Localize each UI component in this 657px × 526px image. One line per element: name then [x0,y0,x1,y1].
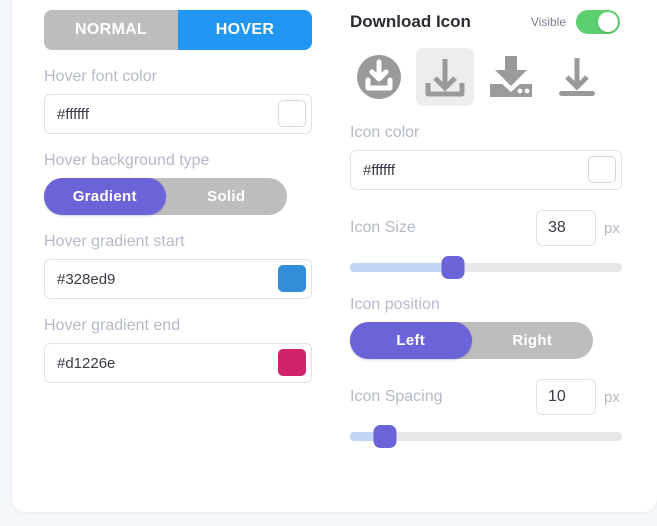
option-solid[interactable]: Solid [166,178,288,215]
icon-spacing-row: Icon Spacing 10 px [350,379,622,415]
tab-normal[interactable]: NORMAL [44,10,178,50]
download-icon-title: Download Icon [350,12,471,31]
visible-toggle-knob [598,12,619,32]
icon-choice-download-circle-tray[interactable] [350,48,408,106]
hover-gradient-start-input[interactable]: #328ed9 [44,259,312,299]
option-gradient[interactable]: Gradient [44,178,166,215]
download-icon-header: Download Icon Visible [350,10,622,34]
icon-size-value: 38 [548,219,566,236]
hover-gradient-end-input[interactable]: #d1226e [44,343,312,383]
settings-panel: NORMAL HOVER Hover font color #ffffff Ho… [0,0,657,526]
icon-size-input[interactable]: 38 [536,210,596,246]
hover-font-color-label: Hover font color [44,68,157,85]
icon-size-slider-thumb[interactable] [441,256,465,279]
icon-spacing-label: Icon Spacing [350,388,443,405]
hover-gradient-start-label: Hover gradient start [44,233,185,250]
option-icon-position-left[interactable]: Left [350,322,472,359]
icon-size-slider[interactable] [350,256,622,279]
download-circle-tray-icon [355,53,403,101]
icon-size-row: Icon Size 38 px [350,210,622,246]
icon-spacing-unit: px [604,388,620,406]
hover-font-color-input[interactable]: #ffffff [44,94,312,134]
hover-background-type-label: Hover background type [44,152,210,169]
icon-spacing-value: 10 [548,388,566,405]
hover-font-color-value: #ffffff [57,105,89,123]
hover-style-column: NORMAL HOVER Hover font color #ffffff Ho… [44,10,312,383]
hover-gradient-start-value: #328ed9 [57,270,116,288]
icon-size-label: Icon Size [350,219,416,236]
icon-size-unit: px [604,219,620,237]
background-type-group[interactable]: Gradient Solid [44,178,287,215]
icon-spacing-input[interactable]: 10 [536,379,596,415]
icon-size-slider-fill [350,263,454,272]
download-arrow-bar-icon [555,55,599,99]
option-icon-position-right[interactable]: Right [472,322,594,359]
icon-color-label: Icon color [350,124,420,141]
hover-gradient-end-swatch[interactable] [278,349,306,376]
icon-choice-download-arrow-bar[interactable] [548,48,606,106]
icon-color-swatch[interactable] [588,156,616,183]
icon-spacing-slider[interactable] [350,425,622,448]
settings-card: NORMAL HOVER Hover font color #ffffff Ho… [12,0,657,512]
icon-color-input[interactable]: #ffffff [350,150,622,190]
hover-gradient-end-label: Hover gradient end [44,317,181,334]
state-tab-group[interactable]: NORMAL HOVER [44,10,312,50]
hover-font-color-swatch[interactable] [278,100,306,127]
icon-spacing-slider-thumb[interactable] [373,425,397,448]
icon-position-group[interactable]: Left Right [350,322,593,359]
hover-gradient-start-swatch[interactable] [278,265,306,292]
visible-toggle[interactable] [576,10,621,34]
icon-choice-group[interactable] [350,48,622,106]
icon-position-label: Icon position [350,296,440,313]
tab-hover[interactable]: HOVER [178,10,312,50]
download-icon-column: Download Icon Visible Icon color #ffffff… [350,10,622,448]
icon-choice-download-arrow-tray[interactable] [416,48,474,106]
download-arrow-drive-icon [487,54,535,100]
download-arrow-tray-icon [424,56,466,98]
icon-choice-download-arrow-drive[interactable] [482,48,540,106]
visible-label: Visible [530,15,567,29]
hover-gradient-end-value: #d1226e [57,354,116,372]
icon-color-value: #ffffff [363,161,395,179]
